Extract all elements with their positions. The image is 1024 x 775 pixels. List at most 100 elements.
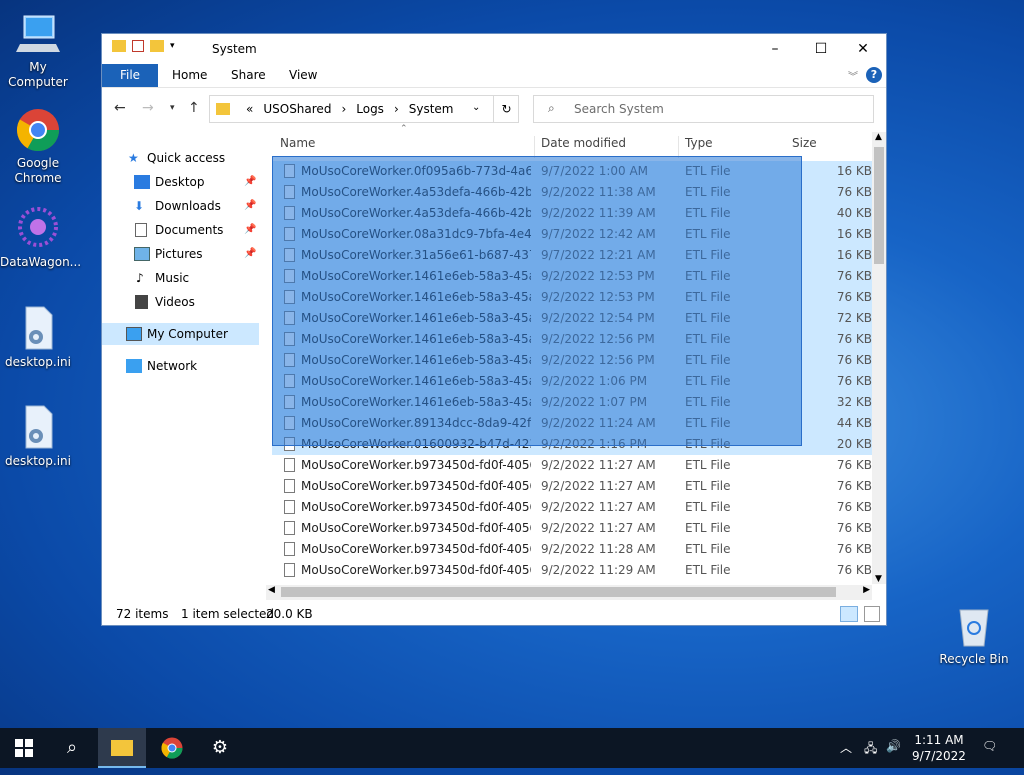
desktop-icon-desktop-ini-2[interactable]: desktop.ini <box>0 404 76 469</box>
sidebar-item-network[interactable]: Network <box>102 355 259 377</box>
up-button[interactable]: ↑ <box>188 100 200 116</box>
taskbar-file-explorer[interactable] <box>98 728 146 768</box>
breadcrumb-overflow[interactable]: « <box>246 102 253 116</box>
column-header-date-modified[interactable]: Date modified <box>541 136 626 150</box>
download-icon: ⬇ <box>134 199 145 213</box>
taskbar-settings[interactable]: ⚙ <box>196 728 244 768</box>
details-view-icon[interactable] <box>840 606 858 622</box>
forward-button[interactable]: → <box>142 100 154 116</box>
scroll-left-icon[interactable]: ◀ <box>268 585 275 595</box>
file-explorer-window[interactable]: ▾ System – ☐ ✕ File Home Share View ︾ ? … <box>101 33 887 626</box>
chevron-up-icon[interactable]: ︿ <box>840 739 852 756</box>
search-button[interactable]: ⌕ <box>48 728 96 768</box>
file-size: 76 KB <box>836 374 872 388</box>
file-size: 76 KB <box>836 290 872 304</box>
desktop-icon-recycle-bin[interactable]: Recycle Bin <box>936 602 1012 667</box>
breadcrumb-usoshared[interactable]: USOShared <box>263 102 331 116</box>
file-size: 20 KB <box>836 437 872 451</box>
file-size: 76 KB <box>836 500 872 514</box>
refresh-button[interactable]: ↻ <box>493 96 519 122</box>
pin-icon[interactable]: 📌 <box>244 171 256 193</box>
sidebar-item-quick-access[interactable]: ★ Quick access <box>102 147 259 169</box>
taskbar-chrome[interactable] <box>148 728 196 768</box>
minimize-button[interactable]: – <box>752 34 798 64</box>
scroll-right-icon[interactable]: ▶ <box>863 585 870 595</box>
file-size: 76 KB <box>836 542 872 556</box>
tab-share[interactable]: Share <box>231 64 266 87</box>
desktop-icon-label: DataWagon... <box>0 255 82 269</box>
start-button[interactable] <box>0 728 48 768</box>
maximize-button[interactable]: ☐ <box>798 34 844 64</box>
sidebar-item-music[interactable]: ♪ Music <box>102 267 259 289</box>
search-box[interactable]: ⌕ Search System <box>533 95 874 123</box>
file-name: MoUsoCoreWorker.b973450d-fd0f-4056-... <box>301 500 531 514</box>
network-tray-icon[interactable]: 🖧 <box>864 739 877 760</box>
table-row[interactable]: MoUsoCoreWorker.b973450d-fd0f-4056-... 9/… <box>272 476 872 497</box>
chevron-down-icon[interactable]: ▾ <box>170 41 175 51</box>
large-icons-view-icon[interactable] <box>864 606 880 622</box>
file-tab[interactable]: File <box>102 64 158 87</box>
table-row[interactable]: MoUsoCoreWorker.b973450d-fd0f-4056-... 9/… <box>272 518 872 539</box>
file-icon <box>284 563 295 577</box>
column-header-type[interactable]: Type <box>685 136 713 150</box>
pin-icon[interactable]: 📌 <box>244 195 256 217</box>
file-icon <box>284 542 295 556</box>
volume-icon[interactable]: 🔊 <box>886 739 901 753</box>
scroll-thumb[interactable] <box>281 587 836 597</box>
file-size: 76 KB <box>836 185 872 199</box>
breadcrumb-separator[interactable]: › <box>341 102 346 116</box>
folder-icon <box>112 40 126 52</box>
table-row[interactable]: MoUsoCoreWorker.b973450d-fd0f-4056-... 9/… <box>272 455 872 476</box>
scroll-down-icon[interactable]: ▼ <box>875 574 882 584</box>
sidebar-item-desktop[interactable]: Desktop 📌 <box>102 171 259 193</box>
file-type: ETL File <box>685 479 731 493</box>
column-header-size[interactable]: Size <box>792 136 817 150</box>
column-header-name[interactable]: Name <box>280 136 315 150</box>
pin-icon[interactable]: 📌 <box>244 243 256 265</box>
breadcrumb-separator[interactable]: › <box>394 102 399 116</box>
file-size: 76 KB <box>836 269 872 283</box>
table-row[interactable]: MoUsoCoreWorker.b973450d-fd0f-4056-... 9/… <box>272 560 872 581</box>
file-icon <box>284 458 295 472</box>
horizontal-scrollbar[interactable]: ◀ ▶ <box>266 585 872 600</box>
sidebar-item-downloads[interactable]: ⬇ Downloads 📌 <box>102 195 259 217</box>
file-icon <box>284 500 295 514</box>
sidebar-item-videos[interactable]: Videos <box>102 291 259 313</box>
recent-locations-button[interactable]: ▾ <box>170 103 175 113</box>
close-button[interactable]: ✕ <box>840 34 886 64</box>
sidebar-item-documents[interactable]: Documents 📌 <box>102 219 259 241</box>
file-name: MoUsoCoreWorker.b973450d-fd0f-4056-... <box>301 563 531 577</box>
help-icon[interactable]: ? <box>866 67 882 83</box>
address-dropdown-icon[interactable]: ⌄ <box>472 102 480 113</box>
expand-ribbon-icon[interactable]: ︾ <box>848 68 858 83</box>
notification-icon[interactable]: 🗨 <box>982 739 997 753</box>
desktop-icon-google-chrome[interactable]: Google Chrome <box>0 106 76 186</box>
selection-rectangle <box>272 156 802 446</box>
title-bar[interactable]: ▾ System – ☐ ✕ <box>102 34 886 64</box>
tab-view[interactable]: View <box>289 64 317 87</box>
file-size: 76 KB <box>836 521 872 535</box>
sidebar-item-pictures[interactable]: Pictures 📌 <box>102 243 259 265</box>
breadcrumb-logs[interactable]: Logs <box>356 102 384 116</box>
file-icon <box>284 479 295 493</box>
address-bar[interactable]: « USOShared › Logs › System ⌄ ↻ <box>209 95 519 123</box>
table-row[interactable]: MoUsoCoreWorker.b973450d-fd0f-4056-... 9/… <box>272 497 872 518</box>
back-button[interactable]: ← <box>114 100 126 116</box>
scroll-up-icon[interactable]: ▲ <box>875 132 882 142</box>
properties-icon[interactable] <box>132 40 144 52</box>
search-placeholder[interactable]: Search System <box>574 102 664 116</box>
desktop-icon-datawagon[interactable]: DataWagon... <box>0 205 81 270</box>
breadcrumb-system[interactable]: System <box>409 102 454 116</box>
file-type: ETL File <box>685 458 731 472</box>
desktop-icon-my-computer[interactable]: My Computer <box>0 10 76 90</box>
file-date-modified: 9/2/2022 11:27 AM <box>541 458 656 472</box>
scroll-thumb[interactable] <box>874 147 884 264</box>
vertical-scrollbar[interactable]: ▲ ▼ <box>872 132 886 584</box>
table-row[interactable]: MoUsoCoreWorker.b973450d-fd0f-4056-... 9/… <box>272 539 872 560</box>
new-folder-icon[interactable] <box>150 40 164 52</box>
tab-home[interactable]: Home <box>172 64 207 87</box>
sidebar-item-my-computer[interactable]: My Computer <box>102 323 259 345</box>
desktop-icon-desktop-ini-1[interactable]: desktop.ini <box>0 305 76 370</box>
pin-icon[interactable]: 📌 <box>244 219 256 241</box>
clock[interactable]: 1:11 AM 9/7/2022 <box>904 732 974 764</box>
